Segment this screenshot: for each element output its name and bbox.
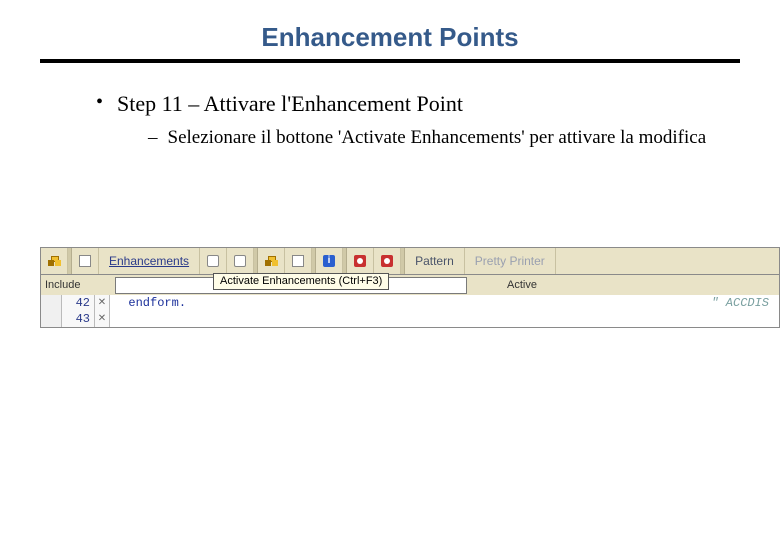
code-editor: 42 43 ✕ ✕ endform. " ACCDIS <box>40 295 780 328</box>
marker-column: ✕ ✕ <box>95 295 110 327</box>
tree-icon <box>265 256 277 266</box>
editor-gutter <box>41 295 62 327</box>
pretty-printer-button[interactable]: Pretty Printer <box>465 248 556 274</box>
toolbar-button-info[interactable]: i <box>316 248 343 274</box>
embedded-screenshot: Enhancements i Pattern Pretty Printer In… <box>40 247 780 328</box>
toolbar-button-1[interactable] <box>41 248 68 274</box>
include-label: Include <box>45 279 80 291</box>
bullet-l1-text: Step 11 – Attivare l'Enhancement Point <box>117 91 463 117</box>
bullet-level-2: – Selezionare il bottone 'Activate Enhan… <box>148 127 740 149</box>
bullet-dot-icon: • <box>96 91 103 113</box>
display-icon <box>292 255 304 267</box>
toolbar-button-5[interactable] <box>258 248 285 274</box>
keyword: endform. <box>128 296 186 310</box>
code-line <box>114 311 779 327</box>
bullet-dash-icon: – <box>148 127 158 149</box>
toolbar-button-3[interactable] <box>200 248 227 274</box>
toolbar-button-watchpoint[interactable] <box>374 248 401 274</box>
code-line: endform. " ACCDIS <box>114 295 779 311</box>
pattern-button[interactable]: Pattern <box>405 248 465 274</box>
toolbar-button-2[interactable] <box>72 248 99 274</box>
hierarchy-icon <box>48 256 60 266</box>
line-marker: ✕ <box>95 295 109 311</box>
slide-title: Enhancement Points <box>261 22 518 53</box>
bullet-level-1: • Step 11 – Attivare l'Enhancement Point <box>96 91 740 117</box>
watchpoint-icon <box>381 255 393 267</box>
toolbar-button-breakpoint[interactable] <box>347 248 374 274</box>
activate-icon <box>234 255 246 267</box>
line-number: 42 <box>62 295 90 311</box>
sap-toolbar: Enhancements i Pattern Pretty Printer <box>40 247 780 275</box>
box-icon <box>79 255 91 267</box>
line-number-column: 42 43 <box>62 295 95 327</box>
code-content[interactable]: endform. " ACCDIS <box>110 295 779 327</box>
status-label: Active <box>507 279 537 291</box>
bullet-l2-text: Selezionare il bottone 'Activate Enhance… <box>168 127 707 149</box>
light-icon <box>207 255 219 267</box>
secondary-row: Include Activate Enhancements (Ctrl+F3) … <box>40 275 780 295</box>
activate-tooltip: Activate Enhancements (Ctrl+F3) <box>213 273 389 290</box>
code-comment: " ACCDIS <box>711 295 779 311</box>
breakpoint-icon <box>354 255 366 267</box>
activate-enhancements-button[interactable] <box>227 248 254 274</box>
enhancements-button[interactable]: Enhancements <box>99 248 200 274</box>
line-number: 43 <box>62 311 90 327</box>
toolbar-button-6[interactable] <box>285 248 312 274</box>
info-icon: i <box>323 255 335 267</box>
line-marker: ✕ <box>95 311 109 327</box>
